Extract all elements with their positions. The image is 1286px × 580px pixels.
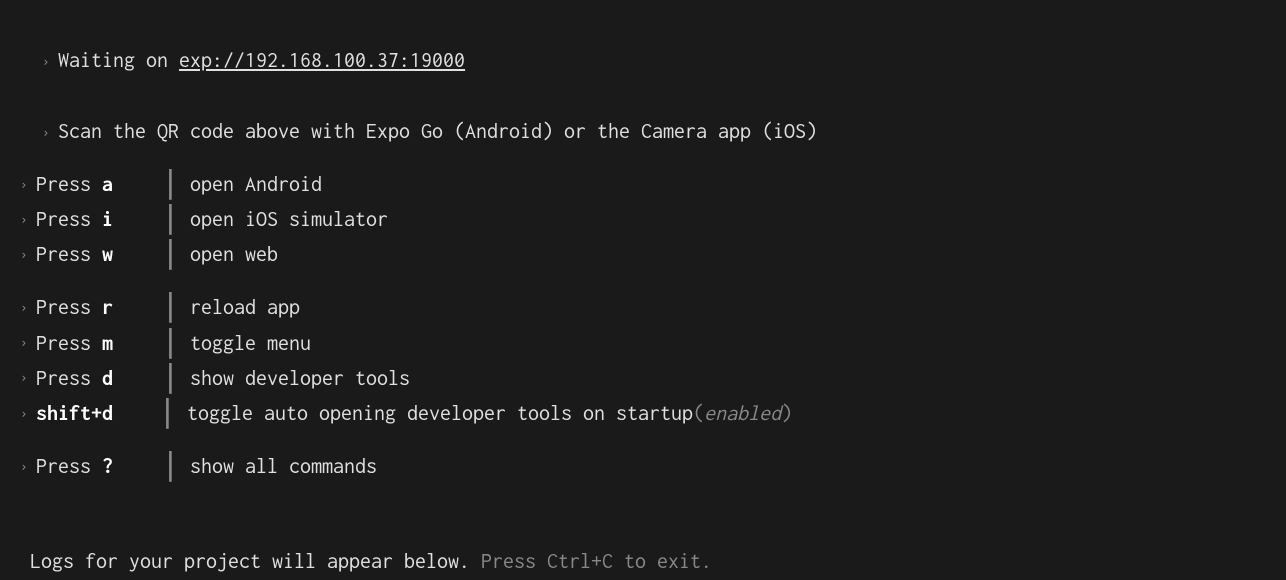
bullet-icon: › — [20, 172, 28, 198]
desc-ios: open iOS simulator — [190, 202, 388, 237]
desc-shift-d: toggle auto opening developer tools on s… — [187, 396, 693, 431]
command-row-devtools: › Press d │ show developer tools — [8, 361, 1286, 396]
bullet-icon: › — [20, 330, 28, 356]
command-row-reload: › Press r │ reload app — [8, 290, 1286, 325]
status-paren-close: ) — [781, 396, 792, 431]
status-enabled: enabled — [704, 396, 781, 431]
press-label: Press — [36, 243, 102, 266]
press-label: Press — [36, 208, 102, 231]
waiting-prefix: Waiting on — [58, 49, 179, 72]
server-url: exp://192.168.100.37:19000 — [179, 49, 465, 72]
press-label: Press — [36, 455, 102, 478]
divider-icon: │ — [165, 449, 176, 484]
bullet-icon: › — [42, 120, 50, 146]
desc-web: open web — [190, 237, 278, 272]
scan-instruction: Scan the QR code above with Expo Go (And… — [58, 120, 817, 143]
divider-icon: │ — [165, 167, 176, 202]
bullet-icon: › — [20, 365, 28, 391]
desc-help: show all commands — [190, 449, 377, 484]
command-group-dev: › Press r │ reload app › Press m │ toggl… — [8, 290, 1286, 431]
key-help: ? — [102, 455, 113, 478]
bullet-icon: › — [20, 242, 28, 268]
press-label: Press — [36, 367, 102, 390]
press-label: Press — [36, 173, 102, 196]
press-label: Press — [36, 296, 102, 319]
command-row-help: › Press ? │ show all commands — [8, 449, 1286, 484]
command-group-platform: › Press a │ open Android › Press i │ ope… — [8, 167, 1286, 273]
key-devtools: d — [102, 367, 113, 390]
divider-icon: │ — [162, 396, 173, 431]
command-row-shift-d: › shift+d │ toggle auto opening develope… — [8, 396, 1286, 431]
divider-icon: │ — [165, 202, 176, 237]
bullet-icon: › — [20, 401, 28, 427]
desc-reload: reload app — [190, 290, 300, 325]
divider-icon: │ — [165, 290, 176, 325]
scan-instruction-line: › Scan the QR code above with Expo Go (An… — [8, 78, 1286, 148]
waiting-line: › Waiting on exp://192.168.100.37:19000 — [8, 8, 1286, 78]
divider-icon: │ — [165, 361, 176, 396]
bullet-icon: › — [20, 295, 28, 321]
command-row-android: › Press a │ open Android — [8, 167, 1286, 202]
footer-line: Logs for your project will appear below.… — [8, 509, 1286, 579]
key-shift-d: shift+d — [36, 402, 113, 425]
bullet-icon: › — [42, 49, 50, 75]
command-row-ios: › Press i │ open iOS simulator — [8, 202, 1286, 237]
bullet-icon: › — [20, 454, 28, 480]
key-ios: i — [102, 208, 113, 231]
desc-android: open Android — [190, 167, 322, 202]
command-row-web: › Press w │ open web — [8, 237, 1286, 272]
divider-icon: │ — [165, 237, 176, 272]
desc-menu: toggle menu — [190, 326, 311, 361]
key-menu: m — [102, 332, 113, 355]
status-paren-open: ( — [693, 396, 704, 431]
command-row-menu: › Press m │ toggle menu — [8, 326, 1286, 361]
footer-hint: Press Ctrl+C to exit. — [481, 550, 712, 573]
desc-devtools: show developer tools — [190, 361, 410, 396]
key-web: w — [102, 243, 113, 266]
footer-main: Logs for your project will appear below. — [30, 550, 481, 573]
key-android: a — [102, 173, 113, 196]
bullet-icon: › — [20, 207, 28, 233]
command-group-help: › Press ? │ show all commands — [8, 449, 1286, 484]
key-reload: r — [102, 296, 113, 319]
press-label: Press — [36, 332, 102, 355]
divider-icon: │ — [165, 326, 176, 361]
